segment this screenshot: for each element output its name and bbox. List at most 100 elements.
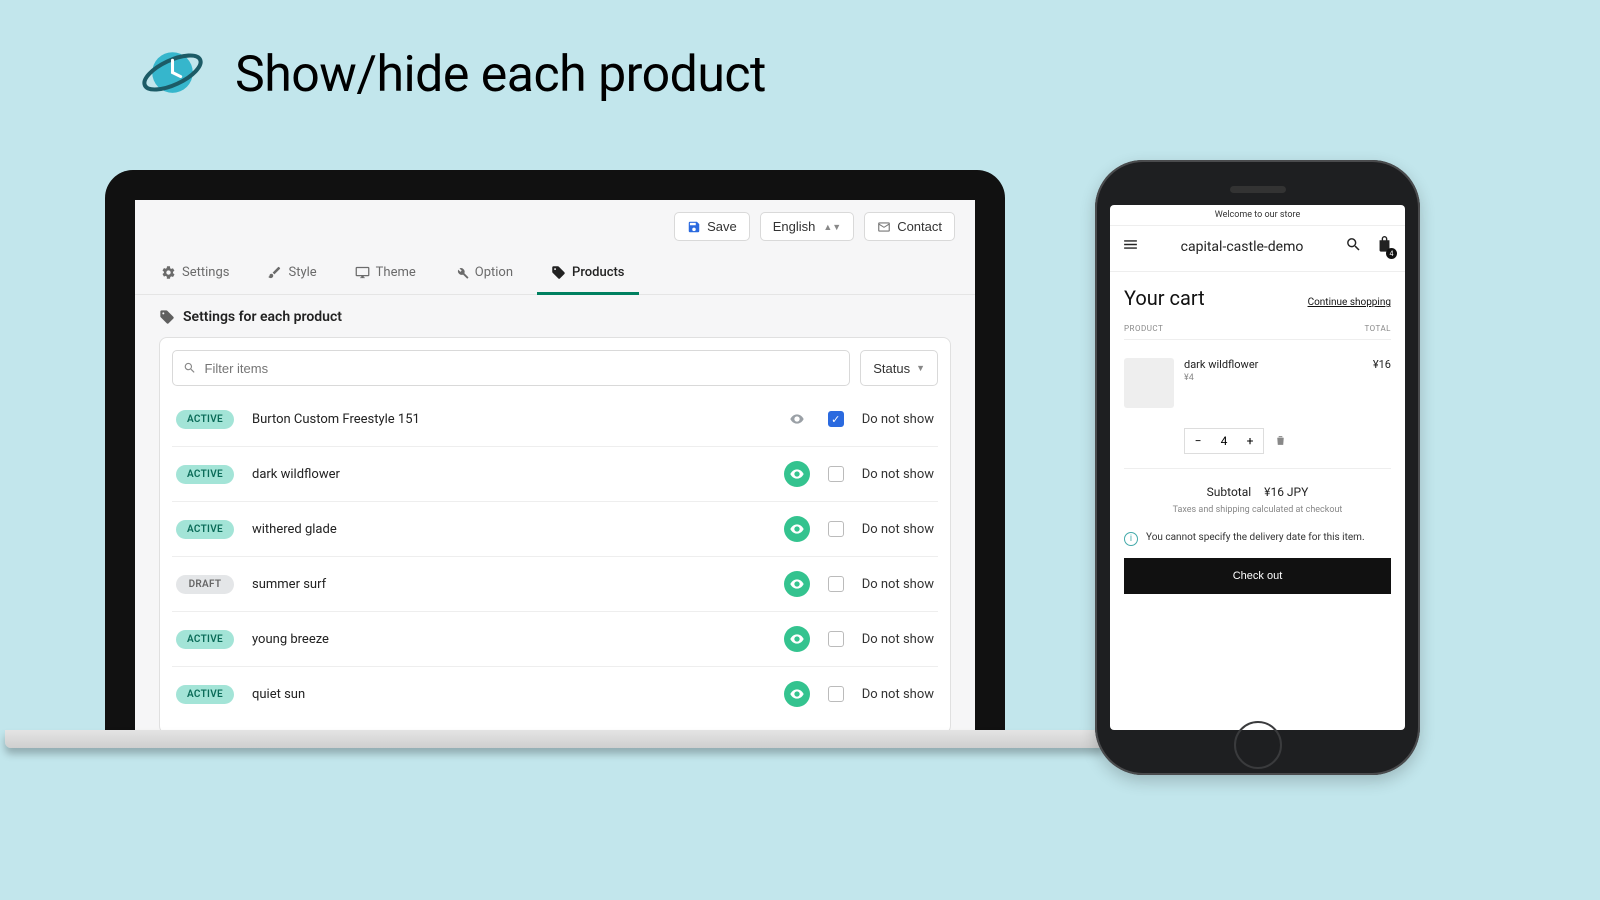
hamburger-icon: [1122, 236, 1139, 253]
do-not-show-checkbox[interactable]: [828, 631, 844, 647]
search-field[interactable]: [205, 361, 840, 376]
tab-style[interactable]: Style: [263, 255, 320, 294]
tab-label: Settings: [182, 265, 229, 280]
product-name: quiet sun: [252, 687, 766, 702]
tab-option[interactable]: Option: [450, 255, 517, 294]
product-row: ACTIVE dark wildflower Do not show: [172, 447, 938, 502]
tab-label: Products: [572, 265, 624, 280]
remove-item-button[interactable]: [1274, 432, 1287, 451]
visibility-eye-icon[interactable]: [784, 681, 810, 707]
delivery-alert: You cannot specify the delivery date for…: [1146, 531, 1365, 545]
save-icon: [687, 220, 701, 234]
tax-note: Taxes and shipping calculated at checkou…: [1124, 505, 1391, 515]
do-not-show-checkbox[interactable]: [828, 411, 844, 427]
cart-button[interactable]: 4: [1376, 236, 1393, 257]
tab-label: Theme: [376, 265, 416, 280]
product-row: ACTIVE young breeze Do not show: [172, 612, 938, 667]
visibility-eye-icon[interactable]: [784, 571, 810, 597]
save-button[interactable]: Save: [674, 212, 750, 241]
do-not-show-label: Do not show: [862, 412, 934, 427]
search-icon: [183, 361, 197, 375]
menu-button[interactable]: [1122, 236, 1139, 257]
tab-label: Option: [475, 265, 513, 280]
visibility-eye-icon[interactable]: [784, 626, 810, 652]
chevron-down-icon: ▼: [916, 363, 925, 373]
status-badge: ACTIVE: [176, 520, 234, 539]
select-caret-icon: ▲▼: [823, 222, 841, 232]
status-badge: DRAFT: [176, 575, 234, 594]
contact-button[interactable]: Contact: [864, 212, 955, 241]
do-not-show-checkbox[interactable]: [828, 576, 844, 592]
do-not-show-label: Do not show: [862, 522, 934, 537]
qty-decrease[interactable]: −: [1185, 434, 1211, 448]
product-name: Burton Custom Freestyle 151: [252, 412, 766, 427]
qty-increase[interactable]: +: [1237, 434, 1263, 448]
item-name: dark wildflower: [1184, 358, 1363, 371]
status-badge: ACTIVE: [176, 465, 234, 484]
wrench-icon: [454, 265, 469, 280]
language-select[interactable]: English ▲▼: [760, 212, 854, 241]
col-product: PRODUCT: [1124, 324, 1163, 333]
do-not-show-label: Do not show: [862, 687, 934, 702]
page-title: Show/hide each product: [235, 46, 766, 104]
status-label: Status: [873, 361, 910, 376]
contact-label: Contact: [897, 219, 942, 234]
search-icon: [1345, 236, 1362, 253]
product-row: DRAFT summer surf Do not show: [172, 557, 938, 612]
tab-settings[interactable]: Settings: [157, 255, 233, 294]
product-name: withered glade: [252, 522, 766, 537]
phone-mock: Welcome to our store capital-castle-demo…: [1095, 160, 1420, 775]
status-badge: ACTIVE: [176, 410, 234, 429]
trash-icon: [1274, 434, 1287, 447]
subtotal-value: ¥16 JPY: [1264, 485, 1308, 499]
subtotal-label: Subtotal: [1207, 485, 1252, 499]
item-line-total: ¥16: [1373, 358, 1391, 408]
tag-icon: [551, 265, 566, 280]
laptop-mock: Save English ▲▼ Contact Settings: [105, 170, 1005, 748]
product-name: dark wildflower: [252, 467, 766, 482]
col-total: TOTAL: [1364, 324, 1391, 333]
product-name: summer surf: [252, 577, 766, 592]
do-not-show-checkbox[interactable]: [828, 686, 844, 702]
product-name: young breeze: [252, 632, 766, 647]
item-unit-price: ¥4: [1184, 373, 1363, 383]
tab-theme[interactable]: Theme: [351, 255, 420, 294]
cart-title: Your cart: [1124, 286, 1205, 310]
mail-icon: [877, 220, 891, 234]
product-row: ACTIVE withered glade Do not show: [172, 502, 938, 557]
store-name: capital-castle-demo: [1181, 239, 1304, 255]
cart-item: dark wildflower ¥4 ¥16: [1124, 340, 1391, 414]
tabs: Settings Style Theme Option Products: [135, 249, 975, 295]
visibility-eye-icon[interactable]: [784, 461, 810, 487]
tab-label: Style: [288, 265, 316, 280]
quantity-stepper[interactable]: − 4 +: [1184, 428, 1264, 454]
do-not-show-label: Do not show: [862, 467, 934, 482]
search-input[interactable]: [172, 350, 850, 386]
do-not-show-checkbox[interactable]: [828, 521, 844, 537]
visibility-eye-icon[interactable]: [784, 516, 810, 542]
checkout-button[interactable]: Check out: [1124, 558, 1391, 594]
qty-value: 4: [1211, 434, 1237, 448]
brush-icon: [267, 265, 282, 280]
tab-products[interactable]: Products: [547, 255, 628, 294]
planet-clock-logo-icon: [140, 40, 205, 109]
product-thumbnail: [1124, 358, 1174, 408]
product-row: ACTIVE Burton Custom Freestyle 151 Do not …: [172, 392, 938, 447]
save-label: Save: [707, 219, 737, 234]
cart-count-badge: 4: [1386, 248, 1397, 259]
info-icon: i: [1124, 532, 1138, 546]
do-not-show-checkbox[interactable]: [828, 466, 844, 482]
continue-shopping-link[interactable]: Continue shopping: [1308, 297, 1391, 308]
search-button[interactable]: [1345, 236, 1362, 257]
status-badge: ACTIVE: [176, 630, 234, 649]
visibility-eye-icon[interactable]: [784, 406, 810, 432]
do-not-show-label: Do not show: [862, 577, 934, 592]
tag-icon: [159, 309, 175, 325]
section-title: Settings for each product: [183, 309, 342, 325]
language-label: English: [773, 219, 816, 234]
product-row: ACTIVEquiet sunDo not show: [172, 667, 938, 721]
monitor-icon: [355, 265, 370, 280]
status-filter-button[interactable]: Status ▼: [860, 350, 938, 386]
announcement-bar: Welcome to our store: [1110, 205, 1405, 226]
do-not-show-label: Do not show: [862, 632, 934, 647]
